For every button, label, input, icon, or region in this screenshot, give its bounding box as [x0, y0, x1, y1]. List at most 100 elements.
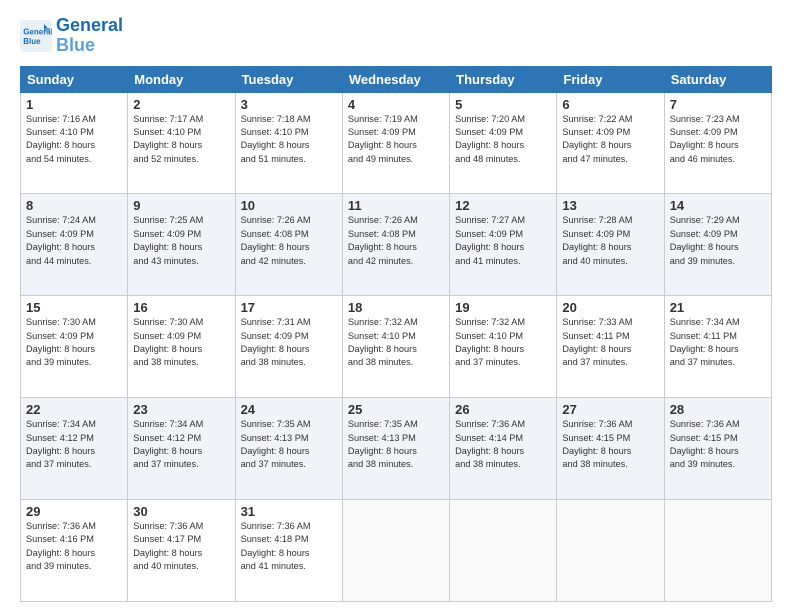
- day-number: 18: [348, 300, 444, 315]
- day-info: Sunrise: 7:19 AM Sunset: 4:09 PM Dayligh…: [348, 113, 444, 166]
- day-number: 23: [133, 402, 229, 417]
- calendar-day-16: 16Sunrise: 7:30 AM Sunset: 4:09 PM Dayli…: [128, 296, 235, 398]
- day-info: Sunrise: 7:36 AM Sunset: 4:17 PM Dayligh…: [133, 520, 229, 573]
- day-number: 19: [455, 300, 551, 315]
- day-number: 31: [241, 504, 337, 519]
- calendar-day-1: 1Sunrise: 7:16 AM Sunset: 4:10 PM Daylig…: [21, 92, 128, 194]
- calendar-day-9: 9Sunrise: 7:25 AM Sunset: 4:09 PM Daylig…: [128, 194, 235, 296]
- calendar-day-8: 8Sunrise: 7:24 AM Sunset: 4:09 PM Daylig…: [21, 194, 128, 296]
- day-info: Sunrise: 7:34 AM Sunset: 4:12 PM Dayligh…: [26, 418, 122, 471]
- day-info: Sunrise: 7:36 AM Sunset: 4:18 PM Dayligh…: [241, 520, 337, 573]
- day-number: 15: [26, 300, 122, 315]
- calendar-table: SundayMondayTuesdayWednesdayThursdayFrid…: [20, 66, 772, 602]
- page: General Blue GeneralBlue SundayMondayTue…: [0, 0, 792, 612]
- day-number: 6: [562, 97, 658, 112]
- day-number: 5: [455, 97, 551, 112]
- day-info: Sunrise: 7:35 AM Sunset: 4:13 PM Dayligh…: [241, 418, 337, 471]
- calendar-day-4: 4Sunrise: 7:19 AM Sunset: 4:09 PM Daylig…: [342, 92, 449, 194]
- empty-cell: [450, 500, 557, 602]
- day-info: Sunrise: 7:18 AM Sunset: 4:10 PM Dayligh…: [241, 113, 337, 166]
- calendar-day-11: 11Sunrise: 7:26 AM Sunset: 4:08 PM Dayli…: [342, 194, 449, 296]
- calendar-day-15: 15Sunrise: 7:30 AM Sunset: 4:09 PM Dayli…: [21, 296, 128, 398]
- day-info: Sunrise: 7:36 AM Sunset: 4:14 PM Dayligh…: [455, 418, 551, 471]
- calendar-day-10: 10Sunrise: 7:26 AM Sunset: 4:08 PM Dayli…: [235, 194, 342, 296]
- day-number: 1: [26, 97, 122, 112]
- calendar-day-7: 7Sunrise: 7:23 AM Sunset: 4:09 PM Daylig…: [664, 92, 771, 194]
- logo-text: GeneralBlue: [56, 16, 123, 56]
- weekday-header-saturday: Saturday: [664, 66, 771, 92]
- day-info: Sunrise: 7:26 AM Sunset: 4:08 PM Dayligh…: [241, 214, 337, 267]
- day-info: Sunrise: 7:20 AM Sunset: 4:09 PM Dayligh…: [455, 113, 551, 166]
- day-number: 2: [133, 97, 229, 112]
- empty-cell: [664, 500, 771, 602]
- calendar-day-20: 20Sunrise: 7:33 AM Sunset: 4:11 PM Dayli…: [557, 296, 664, 398]
- day-info: Sunrise: 7:29 AM Sunset: 4:09 PM Dayligh…: [670, 214, 766, 267]
- day-info: Sunrise: 7:25 AM Sunset: 4:09 PM Dayligh…: [133, 214, 229, 267]
- calendar-day-21: 21Sunrise: 7:34 AM Sunset: 4:11 PM Dayli…: [664, 296, 771, 398]
- calendar-day-3: 3Sunrise: 7:18 AM Sunset: 4:10 PM Daylig…: [235, 92, 342, 194]
- day-info: Sunrise: 7:23 AM Sunset: 4:09 PM Dayligh…: [670, 113, 766, 166]
- calendar-day-31: 31Sunrise: 7:36 AM Sunset: 4:18 PM Dayli…: [235, 500, 342, 602]
- day-info: Sunrise: 7:24 AM Sunset: 4:09 PM Dayligh…: [26, 214, 122, 267]
- day-number: 4: [348, 97, 444, 112]
- calendar-week-1: 1Sunrise: 7:16 AM Sunset: 4:10 PM Daylig…: [21, 92, 772, 194]
- calendar-day-27: 27Sunrise: 7:36 AM Sunset: 4:15 PM Dayli…: [557, 398, 664, 500]
- weekday-header-thursday: Thursday: [450, 66, 557, 92]
- calendar-week-5: 29Sunrise: 7:36 AM Sunset: 4:16 PM Dayli…: [21, 500, 772, 602]
- day-number: 8: [26, 198, 122, 213]
- header: General Blue GeneralBlue: [20, 16, 772, 56]
- logo: General Blue GeneralBlue: [20, 16, 123, 56]
- calendar-day-12: 12Sunrise: 7:27 AM Sunset: 4:09 PM Dayli…: [450, 194, 557, 296]
- calendar-day-19: 19Sunrise: 7:32 AM Sunset: 4:10 PM Dayli…: [450, 296, 557, 398]
- day-info: Sunrise: 7:33 AM Sunset: 4:11 PM Dayligh…: [562, 316, 658, 369]
- weekday-header-sunday: Sunday: [21, 66, 128, 92]
- day-number: 14: [670, 198, 766, 213]
- day-number: 17: [241, 300, 337, 315]
- day-number: 20: [562, 300, 658, 315]
- day-number: 29: [26, 504, 122, 519]
- day-number: 3: [241, 97, 337, 112]
- day-number: 9: [133, 198, 229, 213]
- empty-cell: [557, 500, 664, 602]
- day-number: 16: [133, 300, 229, 315]
- day-info: Sunrise: 7:30 AM Sunset: 4:09 PM Dayligh…: [26, 316, 122, 369]
- day-number: 27: [562, 402, 658, 417]
- calendar-day-24: 24Sunrise: 7:35 AM Sunset: 4:13 PM Dayli…: [235, 398, 342, 500]
- day-number: 13: [562, 198, 658, 213]
- day-number: 11: [348, 198, 444, 213]
- day-info: Sunrise: 7:26 AM Sunset: 4:08 PM Dayligh…: [348, 214, 444, 267]
- calendar-day-13: 13Sunrise: 7:28 AM Sunset: 4:09 PM Dayli…: [557, 194, 664, 296]
- calendar-week-2: 8Sunrise: 7:24 AM Sunset: 4:09 PM Daylig…: [21, 194, 772, 296]
- weekday-header-monday: Monday: [128, 66, 235, 92]
- day-number: 12: [455, 198, 551, 213]
- day-info: Sunrise: 7:36 AM Sunset: 4:15 PM Dayligh…: [670, 418, 766, 471]
- calendar-day-14: 14Sunrise: 7:29 AM Sunset: 4:09 PM Dayli…: [664, 194, 771, 296]
- day-info: Sunrise: 7:16 AM Sunset: 4:10 PM Dayligh…: [26, 113, 122, 166]
- calendar-week-3: 15Sunrise: 7:30 AM Sunset: 4:09 PM Dayli…: [21, 296, 772, 398]
- calendar-day-22: 22Sunrise: 7:34 AM Sunset: 4:12 PM Dayli…: [21, 398, 128, 500]
- weekday-header-friday: Friday: [557, 66, 664, 92]
- day-info: Sunrise: 7:30 AM Sunset: 4:09 PM Dayligh…: [133, 316, 229, 369]
- day-number: 24: [241, 402, 337, 417]
- day-number: 7: [670, 97, 766, 112]
- weekday-header-row: SundayMondayTuesdayWednesdayThursdayFrid…: [21, 66, 772, 92]
- day-number: 30: [133, 504, 229, 519]
- day-info: Sunrise: 7:28 AM Sunset: 4:09 PM Dayligh…: [562, 214, 658, 267]
- day-info: Sunrise: 7:32 AM Sunset: 4:10 PM Dayligh…: [455, 316, 551, 369]
- day-number: 22: [26, 402, 122, 417]
- calendar-day-29: 29Sunrise: 7:36 AM Sunset: 4:16 PM Dayli…: [21, 500, 128, 602]
- day-info: Sunrise: 7:27 AM Sunset: 4:09 PM Dayligh…: [455, 214, 551, 267]
- weekday-header-wednesday: Wednesday: [342, 66, 449, 92]
- day-number: 26: [455, 402, 551, 417]
- calendar-day-25: 25Sunrise: 7:35 AM Sunset: 4:13 PM Dayli…: [342, 398, 449, 500]
- day-info: Sunrise: 7:31 AM Sunset: 4:09 PM Dayligh…: [241, 316, 337, 369]
- calendar-day-26: 26Sunrise: 7:36 AM Sunset: 4:14 PM Dayli…: [450, 398, 557, 500]
- day-number: 21: [670, 300, 766, 315]
- calendar-day-2: 2Sunrise: 7:17 AM Sunset: 4:10 PM Daylig…: [128, 92, 235, 194]
- logo-icon: General Blue: [20, 20, 52, 52]
- calendar-day-28: 28Sunrise: 7:36 AM Sunset: 4:15 PM Dayli…: [664, 398, 771, 500]
- day-info: Sunrise: 7:17 AM Sunset: 4:10 PM Dayligh…: [133, 113, 229, 166]
- day-number: 10: [241, 198, 337, 213]
- calendar-day-5: 5Sunrise: 7:20 AM Sunset: 4:09 PM Daylig…: [450, 92, 557, 194]
- day-info: Sunrise: 7:34 AM Sunset: 4:12 PM Dayligh…: [133, 418, 229, 471]
